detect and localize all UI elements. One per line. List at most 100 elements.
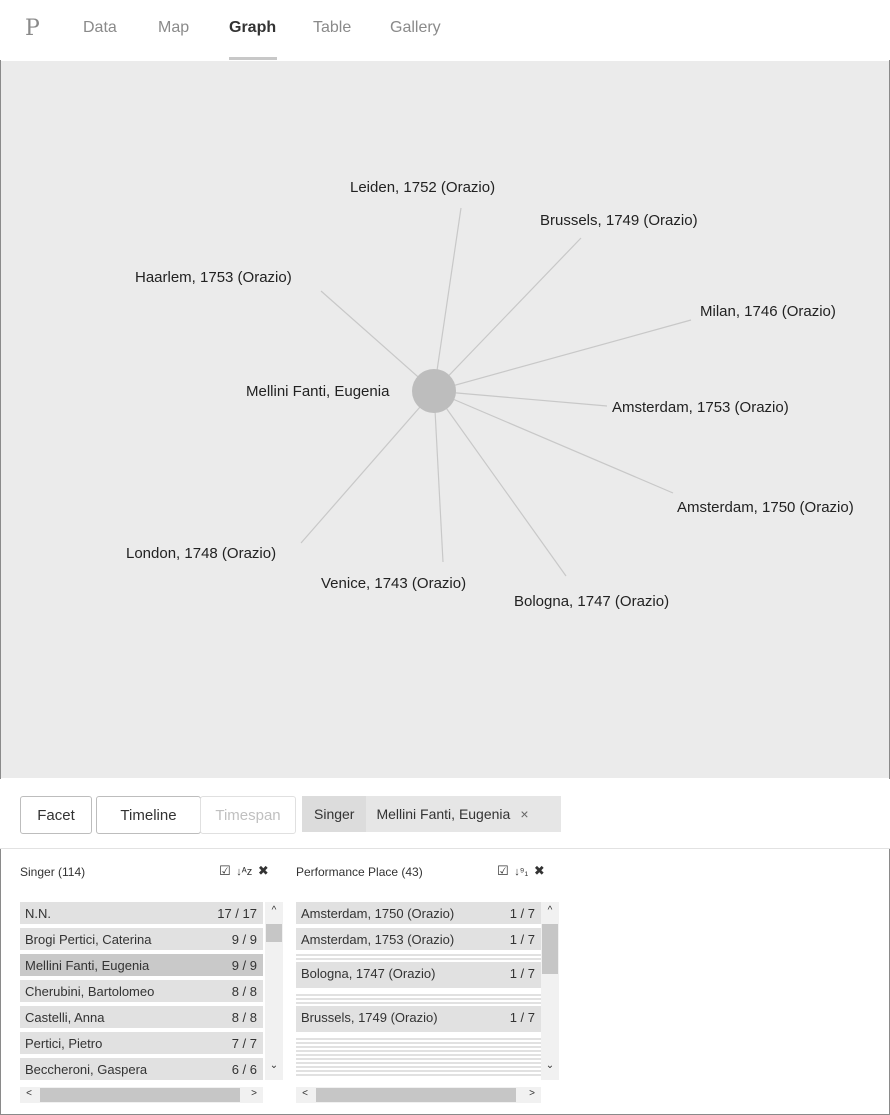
app-logo[interactable]: P xyxy=(25,16,40,41)
scroll-up-icon[interactable]: ^ xyxy=(265,905,283,916)
item-count: 7 / 7 xyxy=(231,1036,257,1051)
list-item[interactable]: Amsterdam, 1753 (Orazio) 1 / 7 xyxy=(296,928,541,950)
controls-bar: Facet Timeline Timespan Singer Mellini F… xyxy=(0,779,890,849)
timespan-button: Timespan xyxy=(200,796,296,834)
node-label-milan[interactable]: Milan, 1746 (Orazio) xyxy=(700,303,836,320)
singer-horizontal-scrollbar[interactable]: < > xyxy=(20,1087,263,1103)
list-item[interactable]: Pertici, Pietro 7 / 7 xyxy=(20,1032,263,1054)
list-item[interactable]: Bologna, 1747 (Orazio) 1 / 7 xyxy=(296,962,541,988)
singer-vertical-scrollbar[interactable]: ^ ⌄ xyxy=(265,902,283,1080)
item-name: Castelli, Anna xyxy=(25,1010,105,1025)
scrollbar-thumb[interactable] xyxy=(316,1088,516,1102)
scroll-right-icon[interactable]: > xyxy=(523,1088,541,1099)
list-item[interactable]: N.N. 17 / 17 xyxy=(20,902,263,924)
list-item[interactable]: Amsterdam, 1750 (Orazio) 1 / 7 xyxy=(296,902,541,924)
node-label-brussels[interactable]: Brussels, 1749 (Orazio) xyxy=(540,212,698,229)
list-separator xyxy=(296,1042,541,1044)
scroll-right-icon[interactable]: > xyxy=(245,1088,263,1099)
item-count: 9 / 9 xyxy=(231,958,257,973)
list-separator xyxy=(296,1038,541,1040)
list-separator xyxy=(296,1002,541,1004)
item-count: 17 / 17 xyxy=(217,906,257,921)
edge-haarlem xyxy=(320,290,435,392)
item-count: 1 / 7 xyxy=(509,966,535,981)
singer-facet-tools: ☑ ↓ᴬz ✖ xyxy=(219,863,271,879)
edge-amsterdam-1753 xyxy=(433,390,608,407)
list-item[interactable]: Beccheroni, Gaspera 6 / 6 xyxy=(20,1058,263,1080)
tab-data[interactable]: Data xyxy=(83,19,117,37)
scrollbar-thumb[interactable] xyxy=(40,1088,240,1102)
tab-map[interactable]: Map xyxy=(158,19,189,37)
filter-value: Mellini Fanti, Eugenia xyxy=(376,806,511,822)
singer-facet: Singer (114) ☑ ↓ᴬz ✖ N.N. 17 / 17 Brogi … xyxy=(20,863,285,1115)
list-item[interactable]: Brussels, 1749 (Orazio) 1 / 7 xyxy=(296,1006,541,1032)
facet-button[interactable]: Facet xyxy=(20,796,92,834)
top-nav: P Data Map Graph Table Gallery xyxy=(0,0,890,60)
node-label-leiden[interactable]: Leiden, 1752 (Orazio) xyxy=(350,179,495,196)
item-count: 6 / 6 xyxy=(231,1062,257,1077)
list-item[interactable]: Brogi Pertici, Caterina 9 / 9 xyxy=(20,928,263,950)
network-graph[interactable]: Mellini Fanti, Eugenia Leiden, 1752 (Ora… xyxy=(1,61,889,778)
node-label-amsterdam-1753[interactable]: Amsterdam, 1753 (Orazio) xyxy=(612,399,789,416)
place-vertical-scrollbar[interactable]: ^ ⌄ xyxy=(541,902,559,1080)
list-item[interactable]: Castelli, Anna 8 / 8 xyxy=(20,1006,263,1028)
node-label-bologna[interactable]: Bologna, 1747 (Orazio) xyxy=(514,593,669,610)
close-facet-icon[interactable]: ✖ xyxy=(258,863,269,878)
close-facet-icon[interactable]: ✖ xyxy=(534,863,545,878)
tab-table[interactable]: Table xyxy=(313,19,351,37)
active-filter: Singer Mellini Fanti, Eugenia × xyxy=(302,796,561,832)
center-node-label: Mellini Fanti, Eugenia xyxy=(246,383,390,400)
scroll-down-icon[interactable]: ⌄ xyxy=(541,1060,559,1071)
item-name: Mellini Fanti, Eugenia xyxy=(25,958,150,973)
timeline-button[interactable]: Timeline xyxy=(96,796,201,834)
sort-alpha-icon[interactable]: ↓ᴬz xyxy=(236,866,252,878)
scrollbar-thumb[interactable] xyxy=(266,924,282,942)
node-label-amsterdam-1750[interactable]: Amsterdam, 1750 (Orazio) xyxy=(677,499,854,516)
edge-brussels xyxy=(433,237,582,392)
select-all-icon[interactable]: ☑ xyxy=(497,863,509,878)
center-node[interactable] xyxy=(412,369,456,413)
list-item[interactable]: Cherubini, Bartolomeo 8 / 8 xyxy=(20,980,263,1002)
tab-graph[interactable]: Graph xyxy=(229,19,276,37)
select-all-icon[interactable]: ☑ xyxy=(219,863,231,878)
edge-london xyxy=(300,390,435,544)
active-tab-indicator xyxy=(229,57,277,60)
node-label-haarlem[interactable]: Haarlem, 1753 (Orazio) xyxy=(135,269,292,286)
edge-milan xyxy=(433,319,692,392)
tab-gallery[interactable]: Gallery xyxy=(390,19,441,37)
list-item-selected[interactable]: Mellini Fanti, Eugenia 9 / 9 xyxy=(20,954,263,976)
place-facet-title: Performance Place (43) xyxy=(296,865,423,879)
item-name: Brussels, 1749 (Orazio) xyxy=(301,1010,438,1025)
scroll-left-icon[interactable]: < xyxy=(20,1088,38,1099)
scroll-up-icon[interactable]: ^ xyxy=(541,905,559,916)
list-separator xyxy=(296,994,541,996)
item-count: 9 / 9 xyxy=(231,932,257,947)
remove-filter-icon[interactable]: × xyxy=(520,806,528,822)
item-name: Brogi Pertici, Caterina xyxy=(25,932,152,947)
list-separator xyxy=(296,1046,541,1048)
item-count: 1 / 7 xyxy=(509,906,535,921)
list-separator xyxy=(296,1066,541,1068)
item-name: Amsterdam, 1753 (Orazio) xyxy=(301,932,455,947)
edge-leiden xyxy=(433,207,462,392)
place-horizontal-scrollbar[interactable]: < > xyxy=(296,1087,541,1103)
scroll-left-icon[interactable]: < xyxy=(296,1088,314,1099)
place-facet-tools: ☑ ↓⁹₁ ✖ xyxy=(497,863,547,879)
item-name: Beccheroni, Gaspera xyxy=(25,1062,148,1077)
scroll-down-icon[interactable]: ⌄ xyxy=(265,1060,283,1071)
list-separator xyxy=(296,998,541,1000)
node-label-london[interactable]: London, 1748 (Orazio) xyxy=(126,545,276,562)
item-name: Pertici, Pietro xyxy=(25,1036,103,1051)
singer-facet-title: Singer (114) xyxy=(20,865,86,879)
item-name: N.N. xyxy=(25,906,51,921)
list-separator xyxy=(296,1058,541,1060)
sort-numeric-icon[interactable]: ↓⁹₁ xyxy=(514,866,528,878)
item-count: 8 / 8 xyxy=(231,1010,257,1025)
node-label-venice[interactable]: Venice, 1743 (Orazio) xyxy=(321,575,466,592)
scrollbar-thumb[interactable] xyxy=(542,924,558,974)
list-separator xyxy=(296,1074,541,1076)
list-separator xyxy=(296,1050,541,1052)
item-name: Amsterdam, 1750 (Orazio) xyxy=(301,906,455,921)
graph-canvas[interactable]: Mellini Fanti, Eugenia Leiden, 1752 (Ora… xyxy=(1,61,889,778)
list-separator xyxy=(296,1054,541,1056)
